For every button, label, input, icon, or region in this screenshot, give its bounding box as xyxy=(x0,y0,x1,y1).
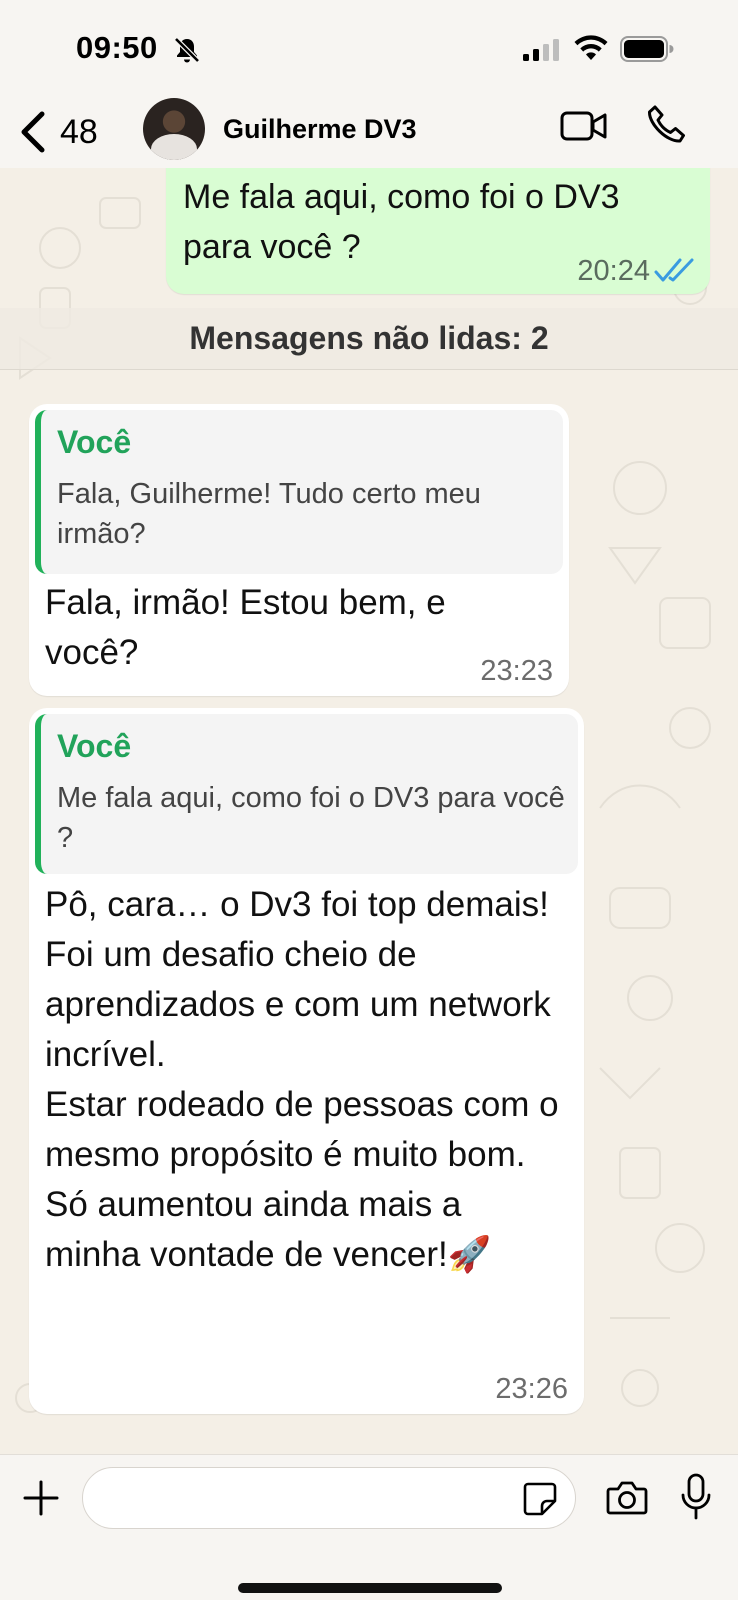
contact-avatar[interactable] xyxy=(143,98,205,160)
whatsapp-chat-screen: 09:50 48 Guilherme DV3 Me fala aqui, com… xyxy=(0,0,738,1600)
sticker-icon[interactable] xyxy=(522,1481,558,1517)
chevron-left-icon xyxy=(21,111,45,153)
unread-divider-label: Mensagens não lidas: 2 xyxy=(189,320,549,356)
message-time: 20:24 xyxy=(577,255,650,287)
quoted-author: Você xyxy=(57,424,132,460)
message-time: 23:23 xyxy=(480,655,553,687)
quoted-author: Você xyxy=(57,728,132,764)
message-composer xyxy=(0,1454,738,1600)
double-check-icon xyxy=(654,258,694,282)
quoted-reply[interactable]: Você Fala, Guilherme! Tudo certo meu irm… xyxy=(35,410,563,574)
avatar-figure xyxy=(151,134,197,160)
camera-icon[interactable] xyxy=(606,1479,648,1517)
chat-area[interactable]: Me fala aqui, como foi o DV3 para você ?… xyxy=(0,168,738,1454)
message-text: Fala, irmão! Estou bem, e você? xyxy=(45,583,446,672)
outgoing-message[interactable]: Me fala aqui, como foi o DV3 para você ?… xyxy=(166,168,710,294)
plus-icon[interactable] xyxy=(22,1479,60,1517)
signal-icon xyxy=(523,39,559,61)
battery-icon xyxy=(620,36,674,62)
message-text: Pô, cara… o Dv3 foi top demais! Foi um d… xyxy=(45,885,559,1274)
bell-off-icon xyxy=(174,37,200,63)
wifi-icon xyxy=(574,35,608,60)
message-input[interactable] xyxy=(82,1467,576,1529)
quoted-text: Fala, Guilherme! Tudo certo meu irmão? xyxy=(57,478,481,550)
back-button[interactable]: 48 xyxy=(18,104,98,160)
incoming-message[interactable]: Você Me fala aqui, como foi o DV3 para v… xyxy=(29,708,584,1414)
back-unread-count: 48 xyxy=(60,112,98,151)
home-indicator[interactable] xyxy=(238,1583,502,1593)
message-time: 23:26 xyxy=(495,1373,568,1405)
phone-icon[interactable] xyxy=(646,104,686,146)
status-bar: 09:50 xyxy=(0,0,738,98)
quoted-reply[interactable]: Você Me fala aqui, como foi o DV3 para v… xyxy=(35,714,578,874)
microphone-icon[interactable] xyxy=(680,1473,712,1521)
video-call-icon[interactable] xyxy=(560,108,608,144)
status-time: 09:50 xyxy=(76,30,158,65)
chat-header: 48 Guilherme DV3 xyxy=(0,98,738,168)
contact-name[interactable]: Guilherme DV3 xyxy=(223,114,417,145)
quoted-text: Me fala aqui, como foi o DV3 para você ? xyxy=(57,782,565,854)
unread-messages-divider: Mensagens não lidas: 2 xyxy=(0,308,738,370)
incoming-message[interactable]: Você Fala, Guilherme! Tudo certo meu irm… xyxy=(29,404,569,696)
